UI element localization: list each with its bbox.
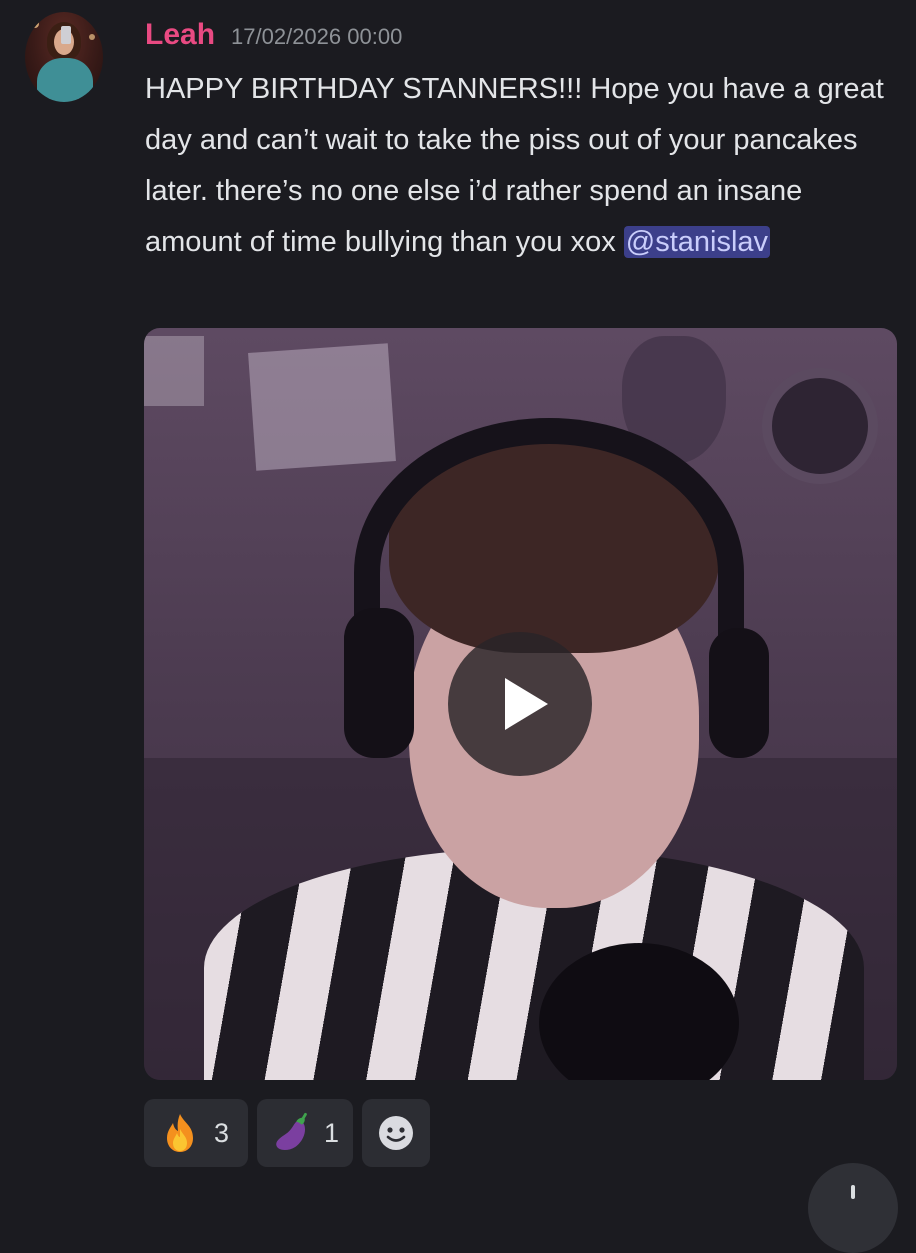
play-icon [505, 678, 548, 730]
scroll-to-bottom-button[interactable] [808, 1163, 898, 1253]
chat-message: Leah 17/02/2026 00:00 HAPPY BIRTHDAY STA… [0, 0, 916, 1253]
author-name[interactable]: Leah [145, 18, 215, 52]
headphone-earcup [709, 628, 769, 758]
eggplant-emoji-icon [276, 1112, 307, 1151]
reaction-count: 1 [323, 1117, 339, 1148]
avatar-body [37, 58, 93, 102]
avatar-background-light [89, 34, 95, 40]
reactions-bar: 3 1 [144, 1099, 430, 1167]
play-button[interactable] [448, 632, 592, 776]
message-timestamp: 17/02/2026 00:00 [231, 24, 403, 49]
message-body: HAPPY BIRTHDAY STANNERS!!! Hope you have… [145, 73, 884, 258]
video-attachment[interactable] [144, 328, 897, 1080]
avatar-phone [61, 26, 71, 44]
add-reaction-icon [379, 1116, 413, 1150]
avatar-background-light [31, 20, 39, 28]
avatar[interactable] [25, 12, 103, 102]
headphone-earcup [344, 608, 414, 758]
reaction-eggplant[interactable]: 1 [257, 1099, 353, 1167]
fire-emoji-icon [167, 1114, 193, 1152]
message-text: HAPPY BIRTHDAY STANNERS!!! Hope you have… [145, 64, 905, 268]
arrow-down-icon [851, 1185, 855, 1199]
user-mention[interactable]: @stanislav [623, 226, 771, 258]
reaction-count: 3 [214, 1117, 230, 1148]
message-header: Leah 17/02/2026 00:00 [145, 18, 402, 58]
reaction-fire[interactable]: 3 [144, 1099, 248, 1167]
add-reaction-button[interactable] [362, 1099, 430, 1167]
